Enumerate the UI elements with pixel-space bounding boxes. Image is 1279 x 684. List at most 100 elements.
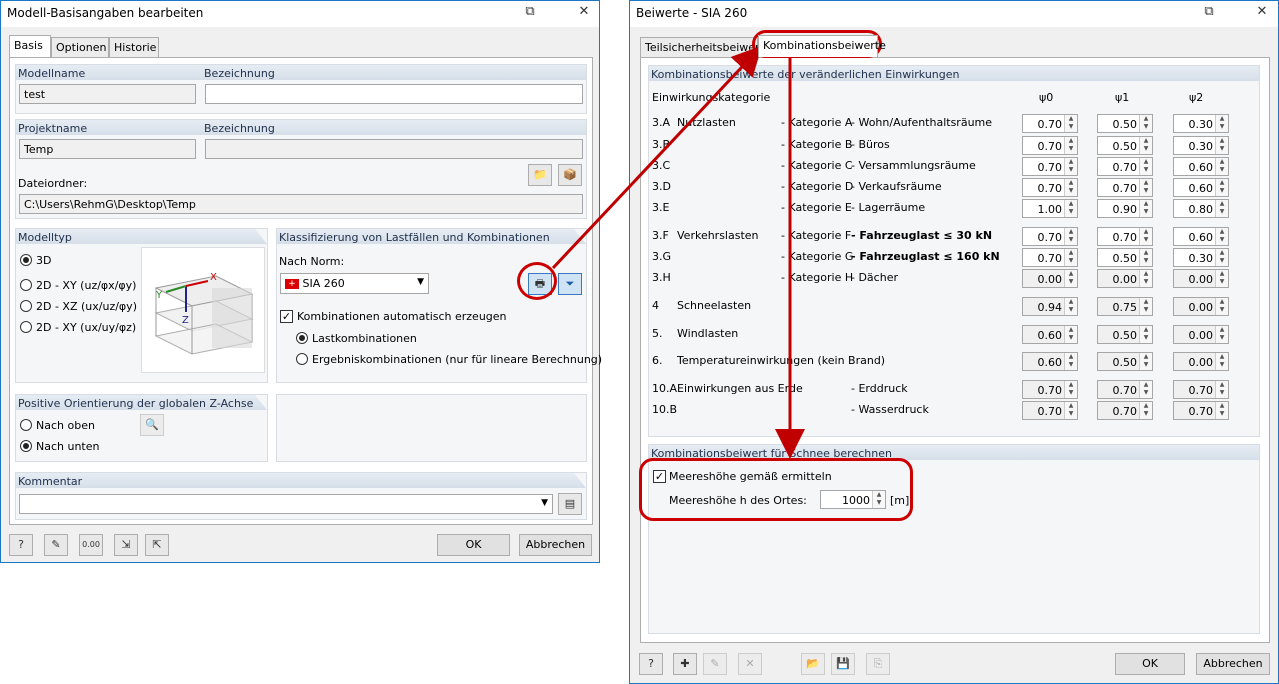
bezeichnung-field[interactable] — [205, 84, 583, 104]
close-icon[interactable]: ✕ — [573, 4, 595, 22]
import-icon[interactable]: ⇱ — [145, 534, 169, 556]
spin-arrows-icon[interactable]: ▲ ▼ — [1139, 381, 1152, 398]
psi0-input[interactable]: 0.70 ▲ ▼ — [1022, 178, 1078, 197]
spin-arrows-icon[interactable]: ▲ ▼ — [1064, 137, 1077, 154]
psi0-input[interactable]: 0.00 ▲ ▼ — [1022, 269, 1078, 288]
psi0-input[interactable]: 0.60 ▲ ▼ — [1022, 325, 1078, 344]
cancel-button[interactable]: Abbrechen — [519, 534, 592, 556]
norm-select[interactable]: + SIA 260 ▼ — [280, 273, 429, 294]
spin-arrows-icon[interactable]: ▲ ▼ — [1215, 381, 1228, 398]
psi1-input[interactable]: 0.75 ▲ ▼ — [1097, 297, 1153, 316]
psi2-input[interactable]: 0.80 ▲ ▼ — [1173, 199, 1229, 218]
spin-arrows-icon[interactable]: ▲ ▼ — [1139, 158, 1152, 175]
psi2-input[interactable]: 0.00 ▲ ▼ — [1173, 297, 1229, 316]
spin-arrows-icon[interactable]: ▲ ▼ — [1064, 249, 1077, 266]
radio-3d[interactable] — [20, 254, 32, 266]
psi1-input[interactable]: 0.50 ▲ ▼ — [1097, 248, 1153, 267]
psi2-input[interactable]: 0.30 ▲ ▼ — [1173, 248, 1229, 267]
spin-arrows-icon[interactable]: ▲ ▼ — [1064, 402, 1077, 419]
spin-arrows-icon[interactable]: ▲ ▼ — [1064, 326, 1077, 343]
modellname-field[interactable]: test — [19, 84, 196, 104]
spin-arrows-icon[interactable]: ▲ ▼ — [1139, 270, 1152, 287]
spin-arrows-icon[interactable]: ▲ ▼ — [1064, 228, 1077, 245]
spin-arrows-icon[interactable]: ▲ ▼ — [1215, 353, 1228, 370]
spin-arrows-icon[interactable]: ▲ ▼ — [1139, 326, 1152, 343]
radio-nach-unten[interactable] — [20, 440, 32, 452]
radio-lastkombinationen[interactable] — [296, 332, 308, 344]
spin-arrows-icon[interactable]: ▲ ▼ — [1215, 179, 1228, 196]
new-icon[interactable]: ✚ — [673, 653, 697, 675]
cancel-button[interactable]: Abbrechen — [1196, 653, 1270, 675]
spin-arrows-icon[interactable]: ▲ ▼ — [1215, 249, 1228, 266]
psi0-input[interactable]: 0.70 ▲ ▼ — [1022, 136, 1078, 155]
spin-arrows-icon[interactable]: ▲ ▼ — [1139, 249, 1152, 266]
ok-button[interactable]: OK — [437, 534, 510, 556]
spin-arrows-icon[interactable]: ▲ ▼ — [1215, 115, 1228, 132]
radio-ergebniskombinationen[interactable] — [296, 353, 308, 365]
tab-basis[interactable]: Basis — [9, 35, 51, 57]
psi1-input[interactable]: 0.00 ▲ ▼ — [1097, 269, 1153, 288]
projektname-field[interactable]: Temp — [19, 139, 196, 159]
psi0-input[interactable]: 0.70 ▲ ▼ — [1022, 380, 1078, 399]
psi2-input[interactable]: 0.60 ▲ ▼ — [1173, 227, 1229, 246]
psi0-input[interactable]: 0.70 ▲ ▼ — [1022, 401, 1078, 420]
spin-arrows-icon[interactable]: ▲ ▼ — [1064, 353, 1077, 370]
spin-arrows-icon[interactable]: ▲ ▼ — [1215, 270, 1228, 287]
psi1-input[interactable]: 0.50 ▲ ▼ — [1097, 352, 1153, 371]
psi0-input[interactable]: 0.60 ▲ ▼ — [1022, 352, 1078, 371]
tab-historie[interactable]: Historie — [109, 37, 159, 57]
edit-icon[interactable]: ✎ — [44, 534, 68, 556]
units-icon[interactable]: 0.00 — [79, 534, 103, 556]
spin-arrows-icon[interactable]: ▲ ▼ — [1064, 381, 1077, 398]
spin-arrows-icon[interactable]: ▲ ▼ — [1064, 270, 1077, 287]
spin-arrows-icon[interactable]: ▲ ▼ — [1139, 228, 1152, 245]
psi2-input[interactable]: 0.00 ▲ ▼ — [1173, 269, 1229, 288]
spin-arrows-icon[interactable]: ▲ ▼ — [1139, 353, 1152, 370]
psi0-input[interactable]: 0.70 ▲ ▼ — [1022, 248, 1078, 267]
new-project-icon[interactable]: 📁 — [528, 164, 552, 186]
tab-teilsicherheitsbeiwerte[interactable]: Teilsicherheitsbeiwerte — [640, 37, 771, 57]
psi1-input[interactable]: 0.70 ▲ ▼ — [1097, 157, 1153, 176]
kommentar-input[interactable]: ▼ — [19, 494, 553, 514]
radio-nach-oben[interactable] — [20, 419, 32, 431]
comment-library-icon[interactable]: ▤ — [558, 493, 582, 515]
psi2-input[interactable]: 0.30 ▲ ▼ — [1173, 114, 1229, 133]
project-manager-icon[interactable]: 📦 — [558, 164, 582, 186]
spin-arrows-icon[interactable]: ▲ ▼ — [1139, 137, 1152, 154]
spin-arrows-icon[interactable]: ▲ ▼ — [1139, 179, 1152, 196]
psi1-input[interactable]: 0.50 ▲ ▼ — [1097, 114, 1153, 133]
help-icon[interactable]: ? — [9, 534, 33, 556]
tab-kombinationsbeiwerte[interactable]: Kombinationsbeiwerte — [758, 35, 886, 57]
psi1-input[interactable]: 0.50 ▲ ▼ — [1097, 325, 1153, 344]
spin-arrows-icon[interactable]: ▲ ▼ — [1064, 158, 1077, 175]
filter-icon[interactable]: ⏷ — [558, 273, 582, 295]
radio-2d-xz[interactable] — [20, 300, 32, 312]
ok-button[interactable]: OK — [1115, 653, 1185, 675]
spin-arrows-icon[interactable]: ▲ ▼ — [1215, 158, 1228, 175]
spin-arrows-icon[interactable]: ▲ ▼ — [1139, 200, 1152, 217]
psi2-input[interactable]: 0.60 ▲ ▼ — [1173, 157, 1229, 176]
psi1-input[interactable]: 0.70 ▲ ▼ — [1097, 227, 1153, 246]
psi1-input[interactable]: 0.70 ▲ ▼ — [1097, 401, 1153, 420]
psi1-input[interactable]: 0.70 ▲ ▼ — [1097, 178, 1153, 197]
export-icon[interactable]: ⇲ — [114, 534, 138, 556]
spin-arrows-icon[interactable]: ▲ ▼ — [1139, 402, 1152, 419]
spin-arrows-icon[interactable]: ▲ ▼ — [1215, 137, 1228, 154]
psi2-input[interactable]: 0.00 ▲ ▼ — [1173, 325, 1229, 344]
spin-arrows-icon[interactable]: ▲ ▼ — [1215, 326, 1228, 343]
psi2-input[interactable]: 0.70 ▲ ▼ — [1173, 380, 1229, 399]
psi0-input[interactable]: 0.94 ▲ ▼ — [1022, 297, 1078, 316]
spin-arrows-icon[interactable]: ▲ ▼ — [1064, 179, 1077, 196]
psi0-input[interactable]: 0.70 ▲ ▼ — [1022, 114, 1078, 133]
psi2-input[interactable]: 0.70 ▲ ▼ — [1173, 401, 1229, 420]
psi2-input[interactable]: 0.00 ▲ ▼ — [1173, 352, 1229, 371]
spin-arrows-icon[interactable]: ▲ ▼ — [1139, 115, 1152, 132]
psi2-input[interactable]: 0.60 ▲ ▼ — [1173, 178, 1229, 197]
tab-optionen[interactable]: Optionen — [51, 37, 109, 57]
auto-combinations-checkbox[interactable]: ✓ — [280, 310, 293, 323]
radio-2d-xy-ux[interactable] — [20, 321, 32, 333]
psi0-input[interactable]: 0.70 ▲ ▼ — [1022, 227, 1078, 246]
spin-arrows-icon[interactable]: ▲ ▼ — [1064, 115, 1077, 132]
psi1-input[interactable]: 0.90 ▲ ▼ — [1097, 199, 1153, 218]
spin-arrows-icon[interactable]: ▲ ▼ — [1215, 200, 1228, 217]
